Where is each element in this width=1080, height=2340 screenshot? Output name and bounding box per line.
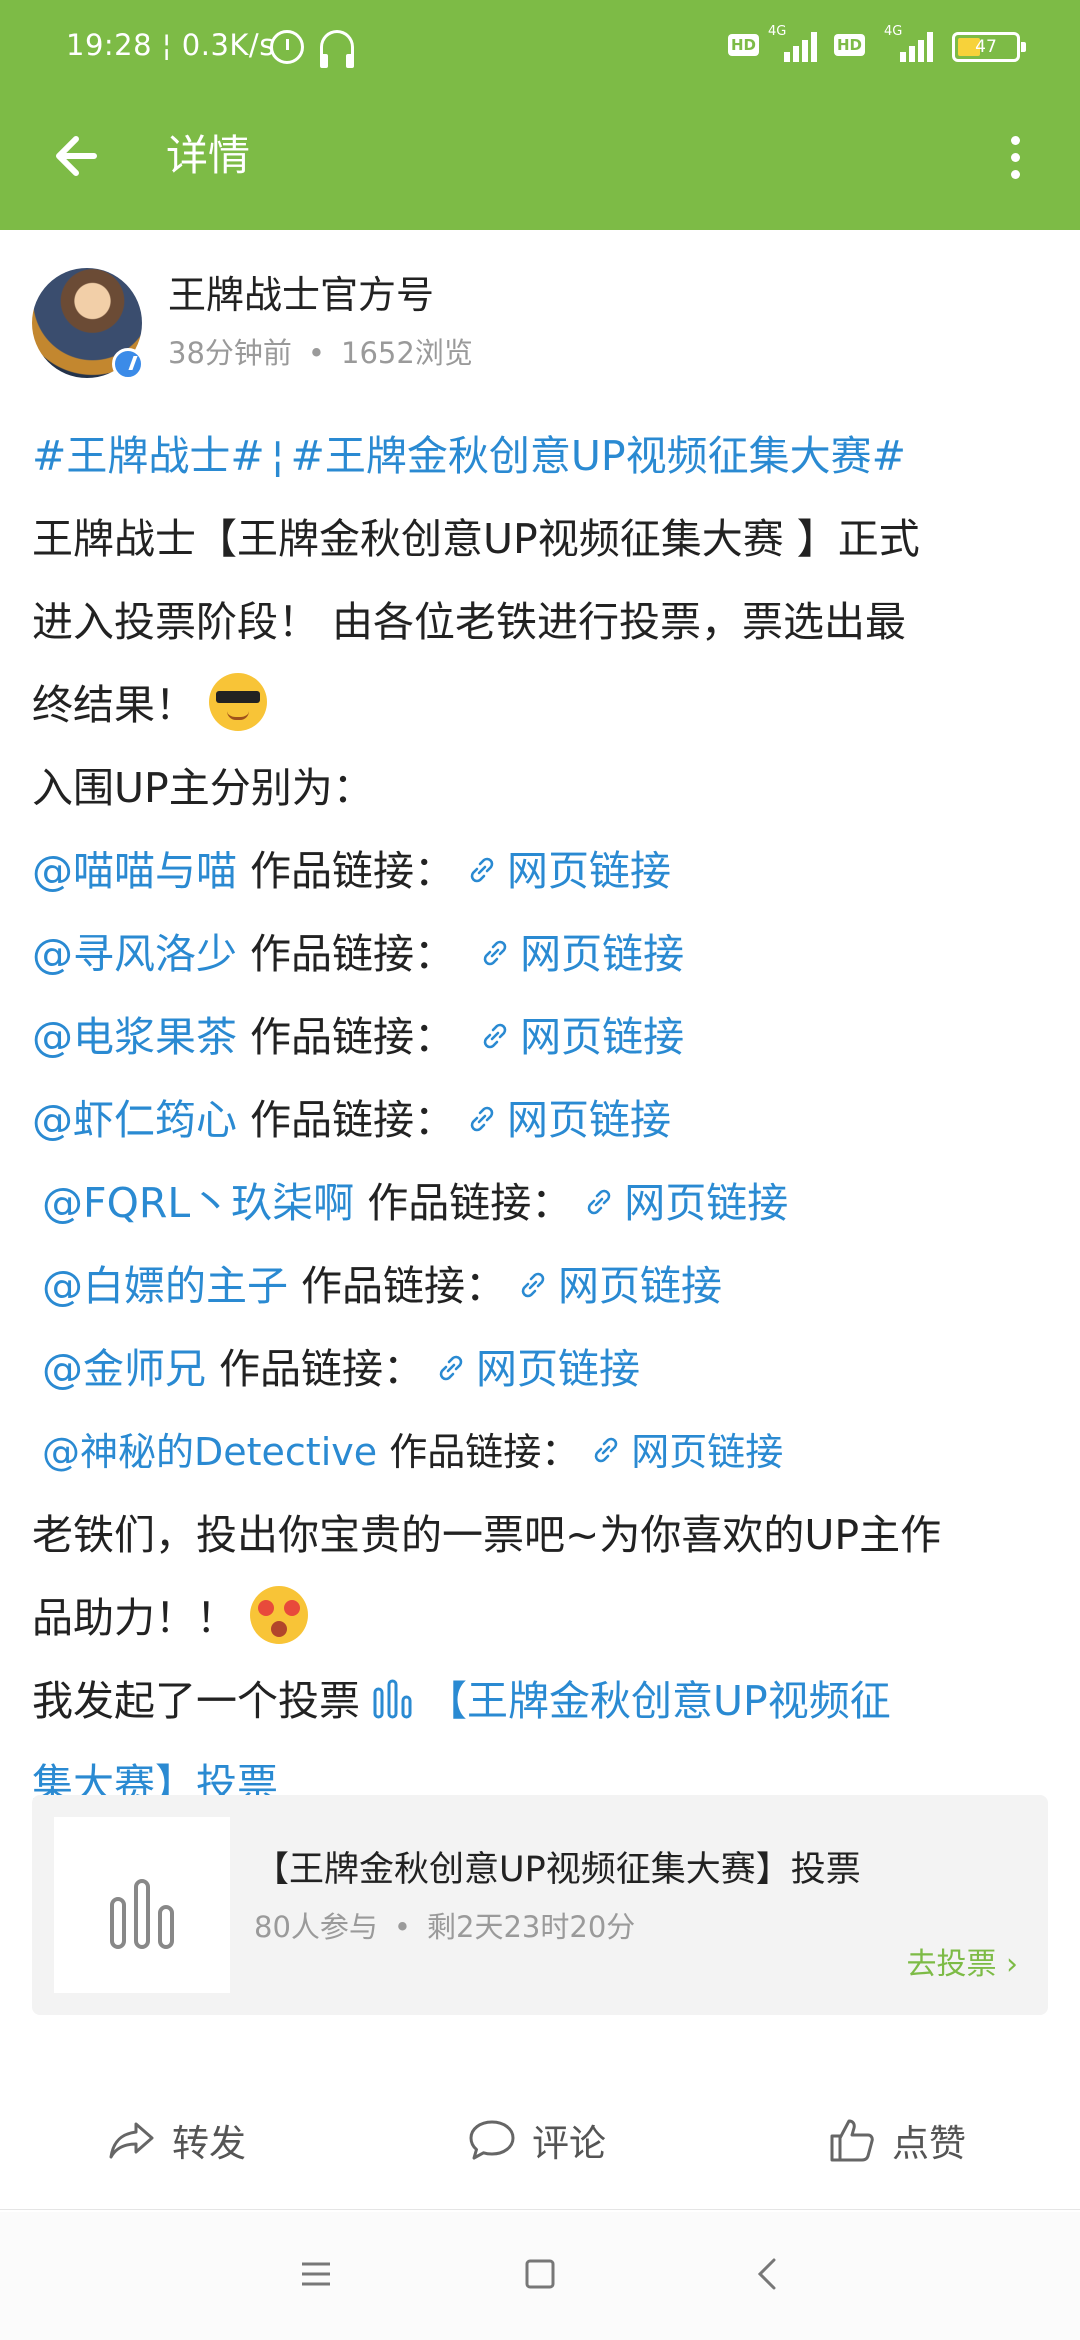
battery-icon: 47 <box>952 32 1026 62</box>
mention-link[interactable]: @白嫖的主子 <box>42 1262 288 1310</box>
home-icon[interactable] <box>520 2254 560 2294</box>
share-icon <box>109 2122 154 2159</box>
mention-link[interactable]: @虾仁筠心 <box>32 1096 237 1144</box>
share-button[interactable]: 转发 <box>106 2110 246 2170</box>
view-count: 1652浏览 <box>341 336 473 370</box>
link-icon <box>470 857 494 883</box>
entry-row: @电浆果茶 作品链接： 网页链接 <box>32 1013 685 1061</box>
mention-link[interactable]: @电浆果茶 <box>32 1013 237 1061</box>
menu-icon[interactable] <box>296 2254 336 2294</box>
link-icon <box>483 940 507 966</box>
web-link[interactable]: 网页链接 <box>507 847 671 895</box>
vote-title: 【王牌金秋创意UP视频征集大赛】投票 <box>254 1850 861 1890</box>
vote-participants: 80人参与 <box>254 1910 378 1944</box>
cool-sunglasses-emoji-icon <box>209 673 268 731</box>
author-name[interactable]: 王牌战士官方号 <box>168 268 434 322</box>
verified-icon <box>112 348 144 380</box>
arrow-left-icon[interactable] <box>48 126 108 186</box>
mention-link[interactable]: @神秘的Detective <box>42 1430 377 1474</box>
entry-row: @虾仁筠心 作品链接： 网页链接 <box>32 1096 672 1144</box>
mention-link[interactable]: @喵喵与喵 <box>32 847 237 895</box>
intro-line: 进入投票阶段！ 由各位老铁进行投票，票选出最 <box>32 598 907 646</box>
mention-link[interactable]: @FQRL丶玖柒啊 <box>42 1179 354 1227</box>
poll-icon <box>373 1679 412 1719</box>
top-app-bar: 19:28 ¦ 0.3K/s HD 4G HD 4G 47 详情 <box>0 0 1080 230</box>
vote-link-line: 我发起了一个投票 【王牌金秋创意UP视频征 <box>32 1677 891 1725</box>
intro-line: 终结果！ <box>32 664 1052 747</box>
web-link[interactable]: 网页链接 <box>558 1262 722 1310</box>
vote-meta: 80人参与 • 剩2天23时20分 <box>254 1910 636 1944</box>
go-vote-button[interactable]: 去投票 › <box>906 1945 1018 1985</box>
web-link[interactable]: 网页链接 <box>520 930 684 978</box>
action-bar: 转发 评论 点赞 <box>0 2070 1080 2210</box>
entry-row: @喵喵与喵 作品链接： 网页链接 <box>32 847 672 895</box>
entry-row: @神秘的Detective 作品链接： 网页链接 <box>42 1430 784 1474</box>
sim1-hd-badge: HD <box>728 34 760 56</box>
back-icon[interactable] <box>748 2254 788 2294</box>
sim2-hd-badge: HD <box>834 34 866 56</box>
post-content: #王牌战士# ¦ #王牌金秋创意UP视频征集大赛# 王牌战士【王牌金秋创意UP视频征… <box>32 415 1052 1826</box>
closing-line: 品助力！！ <box>32 1577 1052 1660</box>
post-time: 38分钟前 <box>168 336 292 370</box>
link-icon <box>470 1106 494 1132</box>
web-link[interactable]: 网页链接 <box>507 1096 671 1144</box>
web-link[interactable]: 网页链接 <box>476 1345 640 1393</box>
link-icon <box>483 1023 507 1049</box>
post-meta: 38分钟前 • 1652浏览 <box>168 336 473 370</box>
mention-link[interactable]: @寻风洛少 <box>32 930 237 978</box>
vote-card[interactable]: 【王牌金秋创意UP视频征集大赛】投票 80人参与 • 剩2天23时20分 去投票 › <box>32 1795 1048 2015</box>
link-icon <box>521 1272 545 1298</box>
entry-row: @FQRL丶玖柒啊 作品链接： 网页链接 <box>42 1179 789 1227</box>
comment-label: 评论 <box>532 2122 606 2165</box>
vote-link[interactable]: 【王牌金秋创意UP视频征 <box>426 1677 891 1725</box>
link-icon <box>587 1189 611 1215</box>
system-navigation-bar <box>0 2212 1080 2340</box>
web-link[interactable]: 网页链接 <box>520 1013 684 1061</box>
like-button[interactable]: 点赞 <box>826 2110 966 2170</box>
link-icon <box>594 1437 618 1463</box>
more-vertical-icon[interactable] <box>1000 128 1034 188</box>
closing-line: 老铁们，投出你宝贵的一票吧~为你喜欢的UP主作 <box>32 1511 942 1559</box>
headset-icon <box>320 30 354 68</box>
navigation-bar: 详情 <box>0 96 1080 230</box>
web-link[interactable]: 网页链接 <box>624 1179 788 1227</box>
entry-row: @白嫖的主子 作品链接： 网页链接 <box>42 1262 723 1310</box>
comment-button[interactable]: 评论 <box>466 2110 606 2170</box>
alarm-clock-icon <box>270 30 304 64</box>
share-label: 转发 <box>172 2122 246 2165</box>
topic-tag[interactable]: #王牌战士# <box>32 432 265 480</box>
web-link[interactable]: 网页链接 <box>631 1430 783 1474</box>
entry-row: @金师兄 作品链接： 网页链接 <box>42 1345 641 1393</box>
signal-icon <box>776 30 818 62</box>
surprised-emoji-icon <box>250 1586 309 1644</box>
post-header: 王牌战士官方号 38分钟前 • 1652浏览 <box>32 268 1052 388</box>
thumbs-up-icon <box>830 2119 874 2162</box>
comment-icon <box>469 2120 515 2160</box>
topic-tags: #王牌战士# ¦ #王牌金秋创意UP视频征集大赛# <box>32 432 906 480</box>
vote-remaining-time: 剩2天23时20分 <box>427 1910 636 1944</box>
signal-icon <box>892 30 934 62</box>
topic-tag[interactable]: #王牌金秋创意UP视频征集大赛# <box>291 432 906 480</box>
vote-thumbnail <box>54 1817 230 1993</box>
status-time-and-speed: 19:28 ¦ 0.3K/s <box>66 28 275 62</box>
link-icon <box>439 1355 463 1381</box>
entry-row: @寻风洛少 作品链接： 网页链接 <box>32 930 685 978</box>
mention-link[interactable]: @金师兄 <box>42 1345 206 1393</box>
battery-level: 47 <box>975 37 997 57</box>
status-bar: 19:28 ¦ 0.3K/s HD 4G HD 4G 47 <box>0 0 1080 96</box>
intro-line: 王牌战士【王牌金秋创意UP视频征集大赛 】正式 <box>32 515 920 563</box>
like-label: 点赞 <box>892 2122 966 2165</box>
poll-icon <box>110 1879 174 1949</box>
page-title: 详情 <box>166 131 251 180</box>
list-title: 入围UP主分别为： <box>32 764 374 812</box>
